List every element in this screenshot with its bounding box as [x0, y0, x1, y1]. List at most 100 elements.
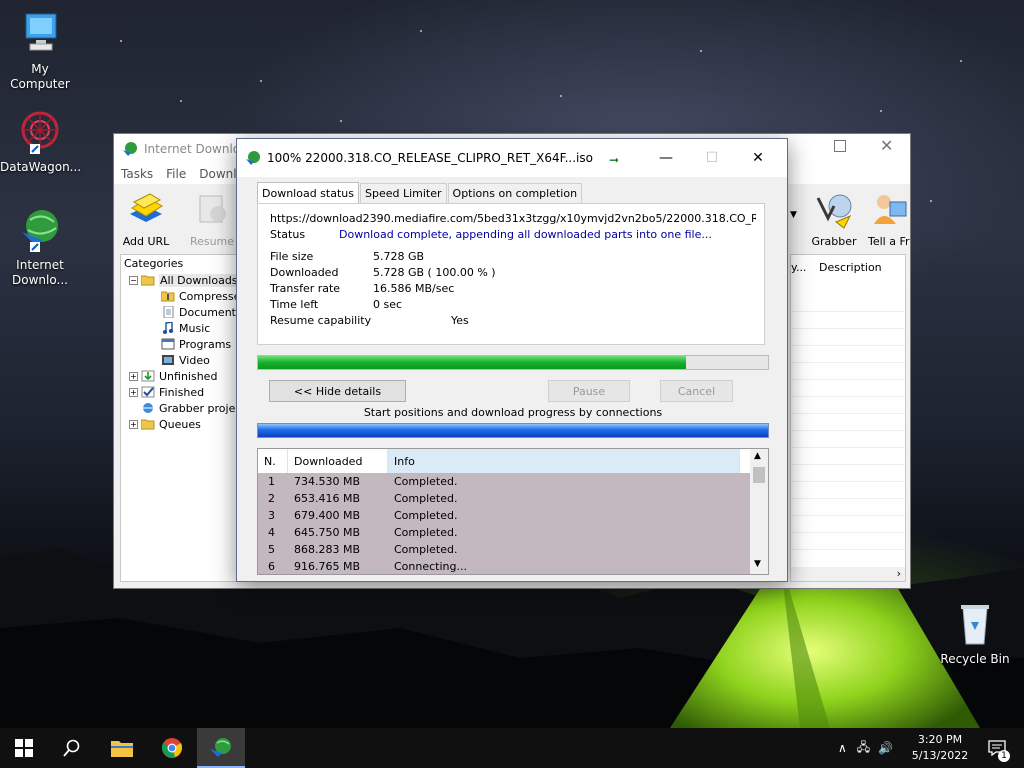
list-header-partial[interactable]: y... — [791, 261, 806, 274]
grabber-label: Grabber — [811, 235, 857, 248]
menu-file[interactable]: File — [166, 167, 186, 181]
show-hidden-icons-icon[interactable]: ∧ — [838, 741, 847, 755]
tab-options-on-completion[interactable]: Options on completion — [447, 183, 583, 203]
desktop-icon-idm[interactable]: Internet Downlo... — [0, 206, 80, 288]
taskbar-file-explorer[interactable] — [98, 728, 146, 768]
idm-globe-icon — [16, 206, 64, 254]
cell-n: 4 — [268, 526, 275, 539]
desktop-icon-recycle-bin[interactable]: Recycle Bin — [935, 600, 1015, 667]
tree-label: Video — [179, 353, 210, 367]
cancel-button[interactable]: Cancel — [660, 380, 733, 402]
desktop-icon-my-computer[interactable]: My Computer — [0, 10, 80, 92]
cell-downloaded: 645.750 MB — [294, 526, 361, 539]
vertical-scrollbar[interactable]: ▲ ▼ — [750, 449, 768, 574]
clock[interactable]: 3:20 PM 5/13/2022 — [910, 728, 970, 768]
idm-app-icon — [122, 141, 138, 157]
scroll-thumb[interactable] — [753, 467, 765, 483]
program-window-icon — [161, 338, 175, 350]
scroll-down-icon[interactable]: ▼ — [754, 559, 761, 569]
tell-a-friend-button[interactable]: Tell a Fri — [868, 188, 910, 248]
cell-info: Completed. — [394, 526, 458, 539]
table-row[interactable]: 1 734.530 MB Completed. — [258, 473, 750, 490]
film-icon — [162, 355, 174, 365]
tree-label: Grabber projec — [159, 401, 242, 415]
download-progress-dialog[interactable]: 100% 22000.318.CO_RELEASE_CLIPRO_RET_X64… — [236, 138, 788, 582]
list-header-description[interactable]: Description — [819, 261, 882, 274]
pause-button[interactable]: Pause — [548, 380, 630, 402]
cell-n: 2 — [268, 492, 275, 505]
add-url-button[interactable]: Add URL — [118, 188, 174, 248]
tab-speed-limiter[interactable]: Speed Limiter — [359, 183, 447, 203]
search-button[interactable] — [48, 728, 96, 768]
table-row[interactable]: 4 645.750 MB Completed. — [258, 524, 750, 541]
table-row[interactable]: 6 916.765 MB Connecting... — [258, 558, 750, 574]
unfinished-arrow-icon — [141, 370, 155, 382]
tree-item-programs[interactable]: Programs — [161, 336, 231, 352]
grabber-icon — [816, 194, 852, 229]
close-icon[interactable]: ✕ — [880, 136, 893, 155]
hide-details-button[interactable]: << Hide details — [269, 380, 406, 402]
tree-expand-icon[interactable]: + — [129, 387, 138, 397]
cell-downloaded: 679.400 MB — [294, 509, 361, 522]
tree-collapse-icon[interactable]: − — [129, 275, 138, 285]
dialog-titlebar[interactable]: 100% 22000.318.CO_RELEASE_CLIPRO_RET_X64… — [237, 139, 787, 177]
table-row[interactable]: 3 679.400 MB Completed. — [258, 507, 750, 524]
toolbar-dropdown-icon[interactable]: ▼ — [790, 210, 797, 220]
tree-expand-icon[interactable]: + — [129, 371, 138, 381]
maximize-button[interactable]: ☐ — [689, 139, 735, 177]
table-row[interactable]: 5 868.283 MB Completed. — [258, 541, 750, 558]
status-label: Status — [270, 228, 306, 241]
minimize-button[interactable]: — — [643, 139, 689, 177]
categories-label: Categories — [124, 257, 184, 270]
queue-folder-icon — [141, 419, 155, 430]
add-url-label: Add URL — [122, 235, 170, 248]
tree-item-documents[interactable]: Documents — [161, 304, 242, 320]
column-header-downloaded[interactable]: Downloaded — [288, 449, 388, 473]
cell-n: 5 — [268, 543, 275, 556]
cell-n: 1 — [268, 475, 275, 488]
tree-label: Finished — [159, 385, 205, 399]
menu-tasks[interactable]: Tasks — [121, 167, 153, 181]
taskbar-idm[interactable] — [197, 728, 245, 768]
tree-item-all-downloads[interactable]: − All Downloads — [129, 272, 239, 288]
column-header-info[interactable]: Info — [388, 449, 740, 473]
tree-item-queues[interactable]: + Queues — [129, 416, 201, 432]
tree-item-unfinished[interactable]: + Unfinished — [129, 368, 217, 384]
maximize-icon[interactable] — [834, 140, 846, 152]
status-value: Download complete, appending all downloa… — [339, 228, 712, 241]
scroll-right-icon[interactable]: › — [897, 567, 901, 580]
tree-label: Compresse — [179, 289, 241, 303]
resume-button[interactable]: Resume — [184, 188, 240, 248]
taskbar-chrome[interactable] — [148, 728, 196, 768]
tree-label: Music — [179, 321, 211, 335]
table-row[interactable]: 2 653.416 MB Completed. — [258, 490, 750, 507]
column-header-n[interactable]: N. — [258, 449, 288, 473]
tree-item-compressed[interactable]: Compresse — [161, 288, 240, 304]
tree-item-video[interactable]: Video — [161, 352, 210, 368]
grabber-button[interactable]: Grabber — [804, 188, 864, 248]
compressed-folder-icon — [161, 291, 175, 302]
horizontal-scrollbar[interactable]: › — [791, 567, 905, 581]
volume-icon[interactable]: 🔊 — [878, 741, 893, 755]
tree-item-music[interactable]: Music — [161, 320, 210, 336]
download-progress-bar — [257, 355, 769, 370]
resume-capability-value: Yes — [451, 314, 469, 327]
tree-expand-icon[interactable]: + — [129, 419, 138, 429]
download-progress-fill — [258, 356, 687, 369]
search-icon — [63, 739, 80, 757]
file-size-label: File size — [270, 250, 314, 263]
close-button[interactable]: ✕ — [735, 139, 781, 177]
cell-n: 3 — [268, 509, 275, 522]
notification-center[interactable]: 1 — [982, 728, 1012, 768]
desktop-icon-label: Recycle Bin — [940, 652, 1010, 666]
network-icon[interactable]: 🖧 — [857, 738, 870, 759]
list-grid-lines — [791, 295, 905, 565]
scroll-up-icon[interactable]: ▲ — [754, 451, 761, 461]
tree-item-finished[interactable]: + Finished — [129, 384, 204, 400]
arrow-indicator-icon: ➞ — [609, 153, 620, 167]
tree-item-grabber-projects[interactable]: Grabber projec — [141, 400, 241, 416]
tab-download-status[interactable]: Download status — [257, 182, 359, 203]
connections-caption: Start positions and download progress by… — [363, 406, 663, 419]
start-button[interactable] — [0, 728, 48, 768]
desktop-icon-datawagon[interactable]: DataWagon... — [0, 108, 81, 175]
